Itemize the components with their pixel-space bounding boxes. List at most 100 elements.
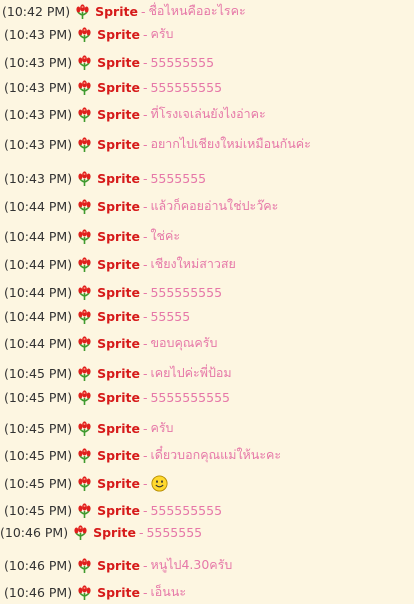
message-separator: - bbox=[142, 447, 148, 463]
flower-icon bbox=[78, 79, 91, 95]
sender-name: Sprite bbox=[95, 3, 138, 19]
message-separator: - bbox=[142, 170, 148, 186]
chat-message: (10:45 PM) Sprite - ครับ bbox=[4, 418, 173, 438]
sender-name: Sprite bbox=[97, 284, 140, 300]
message-separator: - bbox=[142, 54, 148, 70]
message-text: เชียงใหม่สาวสย bbox=[150, 256, 236, 271]
flower-icon bbox=[78, 228, 91, 244]
chat-message: (10:43 PM) Sprite - 55555555 bbox=[4, 52, 214, 72]
message-timestamp: (10:43 PM) bbox=[4, 170, 73, 186]
message-text: เคยไปค่ะพี่ป้อม bbox=[150, 365, 232, 380]
message-text: ใช่ค่ะ bbox=[150, 228, 181, 243]
chat-message: (10:45 PM) Sprite - bbox=[4, 473, 169, 493]
chat-message: (10:44 PM) Sprite - 55555 bbox=[4, 306, 190, 326]
message-timestamp: (10:43 PM) bbox=[4, 106, 73, 122]
message-separator: - bbox=[142, 557, 148, 573]
sender-name: Sprite bbox=[97, 365, 140, 381]
message-separator: - bbox=[142, 475, 148, 491]
message-separator: - bbox=[142, 365, 148, 381]
sender-name: Sprite bbox=[97, 389, 140, 405]
flower-icon bbox=[78, 284, 91, 300]
message-timestamp: (10:44 PM) bbox=[4, 198, 73, 214]
sender-name: Sprite bbox=[97, 136, 140, 152]
sender-name: Sprite bbox=[97, 54, 140, 70]
message-timestamp: (10:43 PM) bbox=[4, 136, 73, 152]
chat-log: (10:42 PM) Sprite - ชื่อไหนคืออะไรคะ (10… bbox=[0, 0, 414, 604]
smiley-icon bbox=[151, 474, 169, 492]
sender-name: Sprite bbox=[97, 420, 140, 436]
flower-icon bbox=[78, 365, 91, 381]
chat-message: (10:45 PM) Sprite - เคยไปค่ะพี่ป้อม bbox=[4, 363, 232, 383]
chat-message: (10:46 PM) Sprite - 5555555 bbox=[0, 522, 202, 542]
chat-message: (10:45 PM) Sprite - 555555555 bbox=[4, 500, 222, 520]
sender-name: Sprite bbox=[97, 475, 140, 491]
flower-icon bbox=[76, 3, 89, 19]
message-timestamp: (10:44 PM) bbox=[4, 256, 73, 272]
message-timestamp: (10:45 PM) bbox=[4, 365, 73, 381]
flower-icon bbox=[78, 198, 91, 214]
message-text: 5555555555 bbox=[150, 389, 230, 405]
message-text: ที่โรงเจเล่นยังไงอ่าคะ bbox=[150, 106, 266, 121]
flower-icon bbox=[78, 335, 91, 351]
message-separator: - bbox=[140, 3, 146, 19]
message-text: ครับ bbox=[150, 420, 174, 435]
message-separator: - bbox=[142, 335, 148, 351]
chat-message: (10:44 PM) Sprite - ใช่ค่ะ bbox=[4, 226, 180, 246]
sender-name: Sprite bbox=[97, 584, 140, 600]
message-separator: - bbox=[142, 256, 148, 272]
message-text: ขอบคุณครับ bbox=[150, 335, 218, 350]
message-separator: - bbox=[142, 308, 148, 324]
chat-message: (10:46 PM) Sprite - หนูไป4.30ครับ bbox=[4, 555, 232, 575]
flower-icon bbox=[78, 584, 91, 600]
message-separator: - bbox=[142, 136, 148, 152]
sender-name: Sprite bbox=[97, 79, 140, 95]
message-separator: - bbox=[142, 26, 148, 42]
flower-icon bbox=[78, 475, 91, 491]
flower-icon bbox=[74, 524, 87, 540]
message-separator: - bbox=[142, 584, 148, 600]
chat-message: (10:43 PM) Sprite - ที่โรงเจเล่นยังไงอ่า… bbox=[4, 104, 266, 124]
message-separator: - bbox=[142, 284, 148, 300]
flower-icon bbox=[78, 26, 91, 42]
message-timestamp: (10:45 PM) bbox=[4, 475, 73, 491]
flower-icon bbox=[78, 136, 91, 152]
message-timestamp: (10:45 PM) bbox=[4, 447, 73, 463]
flower-icon bbox=[78, 389, 91, 405]
message-timestamp: (10:46 PM) bbox=[4, 584, 73, 600]
message-separator: - bbox=[142, 198, 148, 214]
message-separator: - bbox=[142, 502, 148, 518]
flower-icon bbox=[78, 54, 91, 70]
message-separator: - bbox=[138, 524, 144, 540]
message-timestamp: (10:46 PM) bbox=[0, 524, 69, 540]
chat-message: (10:44 PM) Sprite - ขอบคุณครับ bbox=[4, 333, 217, 353]
message-text: 555555555 bbox=[150, 284, 223, 300]
flower-icon bbox=[78, 106, 91, 122]
sender-name: Sprite bbox=[97, 198, 140, 214]
message-text: ครับ bbox=[150, 26, 174, 41]
message-timestamp: (10:44 PM) bbox=[4, 228, 73, 244]
message-timestamp: (10:44 PM) bbox=[4, 284, 73, 300]
sender-name: Sprite bbox=[97, 26, 140, 42]
message-timestamp: (10:44 PM) bbox=[4, 308, 73, 324]
message-text: 555555555 bbox=[150, 79, 223, 95]
message-timestamp: (10:43 PM) bbox=[4, 79, 73, 95]
message-timestamp: (10:45 PM) bbox=[4, 420, 73, 436]
message-text: 5555555 bbox=[150, 170, 207, 186]
sender-name: Sprite bbox=[93, 524, 136, 540]
sender-name: Sprite bbox=[97, 557, 140, 573]
flower-icon bbox=[78, 170, 91, 186]
chat-message: (10:46 PM) Sprite - เอ็นนะ bbox=[4, 582, 186, 602]
chat-message: (10:43 PM) Sprite - 555555555 bbox=[4, 77, 222, 97]
sender-name: Sprite bbox=[97, 170, 140, 186]
message-text: เอ็นนะ bbox=[150, 584, 187, 599]
message-timestamp: (10:43 PM) bbox=[4, 26, 73, 42]
message-timestamp: (10:46 PM) bbox=[4, 557, 73, 573]
chat-message: (10:43 PM) Sprite - 5555555 bbox=[4, 168, 206, 188]
message-separator: - bbox=[142, 389, 148, 405]
sender-name: Sprite bbox=[97, 228, 140, 244]
message-text: หนูไป4.30ครับ bbox=[150, 557, 233, 572]
sender-name: Sprite bbox=[97, 447, 140, 463]
message-timestamp: (10:44 PM) bbox=[4, 335, 73, 351]
message-timestamp: (10:45 PM) bbox=[4, 389, 73, 405]
chat-message: (10:44 PM) Sprite - แล้วก็คอยอ่านใช่ปะว๊… bbox=[4, 196, 278, 216]
